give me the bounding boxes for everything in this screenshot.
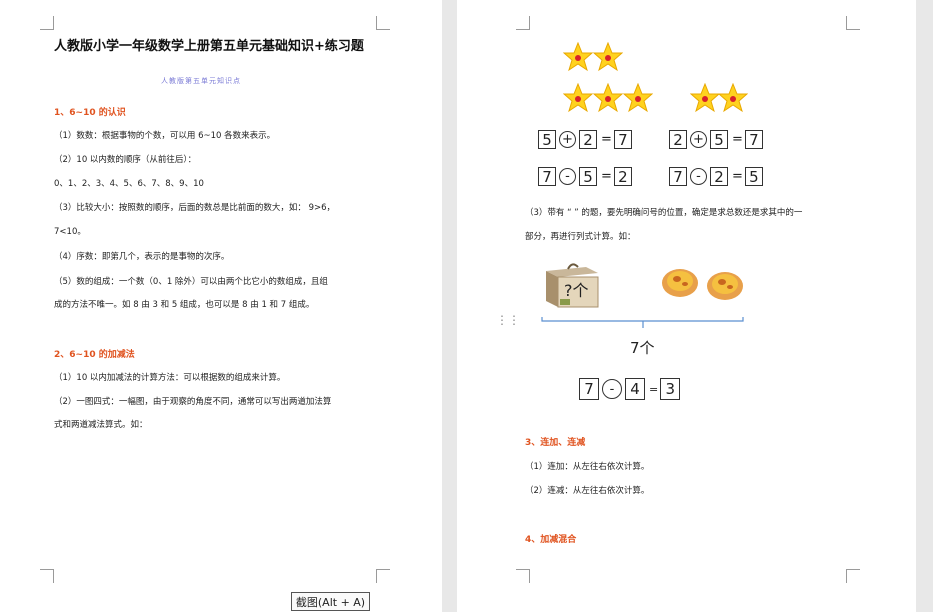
number-box: 2 [669,130,687,149]
crop-mark [40,16,54,30]
operator-circle: - [690,168,707,185]
mystery-box-image: ?个 [542,261,602,309]
text-line: （5）数的组成：一个数（0、1 除外）可以由两个比它小的数组成，且组 [54,277,328,287]
text-line: （2）10 以内数的顺序（从前往后）： [54,155,197,165]
screenshot-tooltip[interactable]: 截图(Alt + A) [291,592,370,611]
text-line: （2）连减：从左往右依次计算。 [525,486,650,496]
equation: 2 + 5 = 7 [669,130,763,149]
number-box: 3 [660,378,681,400]
number-box: 2 [579,130,597,149]
example-equation: 7 - 4 = 3 [579,378,681,400]
number-box: 7 [669,167,687,186]
text-line: 7<10。 [54,227,86,237]
section-heading-2: 2、6~10 的加减法 [54,350,135,360]
text-line: （1）数数：根据事物的个数，可以用 6~10 各数来表示。 [54,131,276,141]
number-box: 7 [538,167,556,186]
text-line: 0、1、2、3、4、5、6、7、8、9、10 [54,179,204,189]
section-heading-4: 4、加减混合 [525,535,577,545]
equals-sign: = [732,132,743,147]
crop-mark [846,16,860,30]
equation: 7 - 5 = 2 [538,167,632,186]
text-line: （2）一图四式：一幅图，由于观察的角度不同，通常可以写出两道加法算 [54,397,332,407]
crop-mark [516,569,530,583]
crop-mark [846,569,860,583]
number-box: 2 [710,167,728,186]
operator-circle: + [559,131,576,148]
number-box: 2 [613,167,632,186]
star-icon [563,42,593,72]
document-page-left: 人教版小学一年级数学上册第五单元基础知识+练习题 人教版第五单元知识点 1、6~… [0,0,442,612]
star-icon [593,42,623,72]
text-line: （4）序数：即第几个，表示的是事物的次序。 [54,252,230,262]
text-line: 式和两道减法算式。如： [54,420,148,430]
star-icon [593,83,623,113]
page-subtitle: 人教版第五单元知识点 [161,77,241,85]
number-box: 5 [710,130,728,149]
star-icon [690,83,720,113]
number-box: 5 [744,167,763,186]
page-title: 人教版小学一年级数学上册第五单元基础知识+练习题 [54,39,364,54]
equation: 7 - 2 = 5 [669,167,763,186]
equals-sign: = [601,169,612,184]
box-question-label: ?个 [564,281,589,300]
crop-mark [40,569,54,583]
star-icon [718,83,748,113]
number-box: 5 [538,130,556,149]
bracket-brace [541,317,744,328]
egg-tart-icon [707,272,743,300]
text-line: （1）连加：从左往右依次计算。 [525,462,650,472]
crop-mark [376,16,390,30]
drag-handle-icon[interactable]: ⋮⋮ [496,314,520,326]
equals-sign: = [601,132,612,147]
text-line: （3）比较大小：按照数的顺序，后面的数总是比前面的数大，如： 9>6， [54,203,336,213]
operator-circle: + [690,131,707,148]
equals-sign: = [649,382,659,396]
number-box: 7 [744,130,763,149]
equation: 5 + 2 = 7 [538,130,632,149]
number-box: 5 [579,167,597,186]
star-icon [623,83,653,113]
section-heading-3: 3、连加、连减 [525,438,586,448]
number-box: 7 [613,130,632,149]
text-line: （1）10 以内加减法的计算方法：可以根据数的组成来计算。 [54,373,286,383]
text-line: （3）带有 “ ” 的题，要先明确问号的位置，确定是求总数还是求其中的一 [525,208,803,218]
section-heading-1: 1、6~10 的认识 [54,108,126,118]
document-page-right: 5 + 2 = 7 2 + 5 = 7 7 - 5 = 2 7 - 2 = 5 … [457,0,916,612]
text-line: 成的方法不唯一。如 8 由 3 和 5 组成，也可以是 8 由 1 和 7 组成… [54,300,315,310]
text-line: 部分，再进行列式计算。如： [525,232,636,242]
operator-circle: - [559,168,576,185]
crop-mark [516,16,530,30]
star-icon [563,83,593,113]
operator-circle: - [602,379,622,399]
crop-mark [376,569,390,583]
egg-tart-icon [662,269,698,297]
total-label: 7个 [630,339,655,357]
number-box: 4 [625,378,645,400]
equals-sign: = [732,169,743,184]
number-box: 7 [579,378,599,400]
